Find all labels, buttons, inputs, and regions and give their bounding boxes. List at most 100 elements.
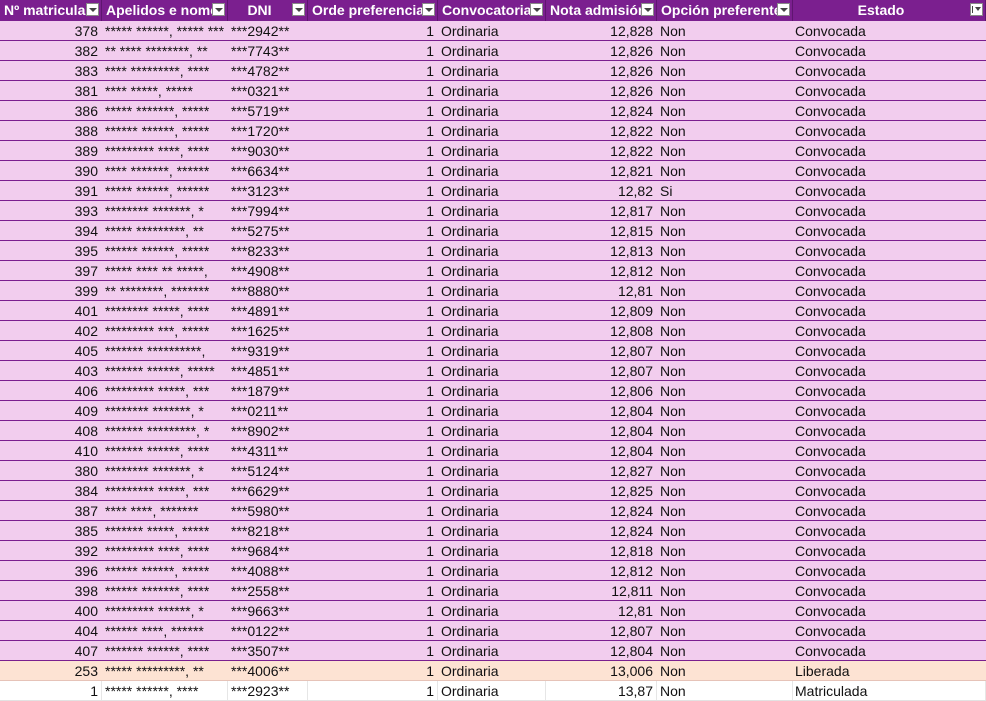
cell-orde-preferencia[interactable]: 1: [308, 661, 438, 680]
cell-convocatoria[interactable]: Ordinaria: [438, 81, 546, 100]
cell-convocatoria[interactable]: Ordinaria: [438, 421, 546, 440]
cell-opcion-preferente[interactable]: Non: [657, 561, 793, 580]
cell-estado[interactable]: Convocada: [793, 241, 986, 260]
cell-estado[interactable]: Convocada: [793, 381, 986, 400]
cell-estado[interactable]: Convocada: [793, 141, 986, 160]
cell-dni[interactable]: ***4006**: [228, 661, 308, 680]
cell-orde-preferencia[interactable]: 1: [308, 121, 438, 140]
cell-apelidos-nome[interactable]: ******* **********,: [102, 341, 228, 360]
cell-dni[interactable]: ***8880**: [228, 281, 308, 300]
cell-opcion-preferente[interactable]: Non: [657, 121, 793, 140]
cell-dni[interactable]: ***4782**: [228, 61, 308, 80]
cell-num-matricula[interactable]: 382: [0, 41, 102, 60]
cell-apelidos-nome[interactable]: ******** *******, *: [102, 201, 228, 220]
cell-convocatoria[interactable]: Ordinaria: [438, 561, 546, 580]
table-row[interactable]: 409 ******** *******, * ***0211** 1 Ordinari…: [0, 401, 986, 421]
cell-estado[interactable]: Convocada: [793, 281, 986, 300]
cell-orde-preferencia[interactable]: 1: [308, 181, 438, 200]
cell-apelidos-nome[interactable]: **** *********, ****: [102, 61, 228, 80]
col-header-num-matricula[interactable]: Nº matricula: [0, 0, 102, 21]
cell-orde-preferencia[interactable]: 1: [308, 541, 438, 560]
cell-opcion-preferente[interactable]: Non: [657, 361, 793, 380]
cell-num-matricula[interactable]: 403: [0, 361, 102, 380]
cell-opcion-preferente[interactable]: Non: [657, 661, 793, 680]
cell-num-matricula[interactable]: 409: [0, 401, 102, 420]
col-header-nota[interactable]: Nota admisión: [546, 0, 657, 21]
table-row[interactable]: 405 ******* **********, ***9319** 1 Ordinari…: [0, 341, 986, 361]
cell-dni[interactable]: ***8218**: [228, 521, 308, 540]
cell-nota-admision[interactable]: 12,824: [546, 101, 657, 120]
cell-apelidos-nome[interactable]: ***** *********, **: [102, 661, 228, 680]
cell-convocatoria[interactable]: Ordinaria: [438, 681, 546, 700]
cell-num-matricula[interactable]: 396: [0, 561, 102, 580]
cell-dni[interactable]: ***9319**: [228, 341, 308, 360]
cell-opcion-preferente[interactable]: Non: [657, 501, 793, 520]
cell-nota-admision[interactable]: 13,87: [546, 681, 657, 700]
cell-num-matricula[interactable]: 398: [0, 581, 102, 600]
cell-num-matricula[interactable]: 406: [0, 381, 102, 400]
cell-nota-admision[interactable]: 12,804: [546, 401, 657, 420]
cell-apelidos-nome[interactable]: ****** ****, ******: [102, 621, 228, 640]
cell-opcion-preferente[interactable]: Non: [657, 401, 793, 420]
cell-num-matricula[interactable]: 386: [0, 101, 102, 120]
table-row[interactable]: 390 **** *******, ****** ***6634** 1 Ordinar…: [0, 161, 986, 181]
cell-nota-admision[interactable]: 12,812: [546, 261, 657, 280]
cell-orde-preferencia[interactable]: 1: [308, 141, 438, 160]
cell-estado[interactable]: Convocada: [793, 421, 986, 440]
cell-convocatoria[interactable]: Ordinaria: [438, 41, 546, 60]
cell-dni[interactable]: ***7994**: [228, 201, 308, 220]
cell-dni[interactable]: ***5124**: [228, 461, 308, 480]
cell-num-matricula[interactable]: 253: [0, 661, 102, 680]
cell-orde-preferencia[interactable]: 1: [308, 61, 438, 80]
cell-num-matricula[interactable]: 384: [0, 481, 102, 500]
cell-apelidos-nome[interactable]: ********* ******, *: [102, 601, 228, 620]
cell-nota-admision[interactable]: 12,826: [546, 81, 657, 100]
cell-nota-admision[interactable]: 12,826: [546, 41, 657, 60]
cell-orde-preferencia[interactable]: 1: [308, 301, 438, 320]
table-row[interactable]: 382 ** **** ********, ** ***7743** 1 Ordinar…: [0, 41, 986, 61]
col-header-dni[interactable]: DNI: [228, 0, 308, 21]
table-row[interactable]: 378 ***** ******, ***** *** ***2942** 1 Ordi…: [0, 21, 986, 41]
cell-opcion-preferente[interactable]: Non: [657, 441, 793, 460]
cell-nota-admision[interactable]: 12,821: [546, 161, 657, 180]
cell-dni[interactable]: ***3507**: [228, 641, 308, 660]
cell-nota-admision[interactable]: 12,818: [546, 541, 657, 560]
cell-dni[interactable]: ***1720**: [228, 121, 308, 140]
cell-orde-preferencia[interactable]: 1: [308, 361, 438, 380]
cell-estado[interactable]: Convocada: [793, 321, 986, 340]
cell-opcion-preferente[interactable]: Non: [657, 681, 793, 700]
filter-dropdown-icon[interactable]: [530, 3, 543, 16]
cell-dni[interactable]: ***2942**: [228, 21, 308, 40]
cell-num-matricula[interactable]: 383: [0, 61, 102, 80]
cell-nota-admision[interactable]: 12,811: [546, 581, 657, 600]
cell-dni[interactable]: ***2923**: [228, 681, 308, 700]
cell-estado[interactable]: Convocada: [793, 481, 986, 500]
table-row[interactable]: 380 ******** *******, * ***5124** 1 Ordinari…: [0, 461, 986, 481]
cell-num-matricula[interactable]: 385: [0, 521, 102, 540]
cell-num-matricula[interactable]: 391: [0, 181, 102, 200]
cell-apelidos-nome[interactable]: ******** *******, *: [102, 401, 228, 420]
cell-convocatoria[interactable]: Ordinaria: [438, 61, 546, 80]
cell-nota-admision[interactable]: 12,813: [546, 241, 657, 260]
cell-estado[interactable]: Convocada: [793, 501, 986, 520]
cell-apelidos-nome[interactable]: ********* *****, ***: [102, 481, 228, 500]
table-row[interactable]: 381 **** *****, ***** ***0321** 1 Ordinaria 1…: [0, 81, 986, 101]
table-row[interactable]: 403 ******* ******, ***** ***4851** 1 Ordina…: [0, 361, 986, 381]
cell-opcion-preferente[interactable]: Non: [657, 61, 793, 80]
cell-convocatoria[interactable]: Ordinaria: [438, 601, 546, 620]
cell-nota-admision[interactable]: 12,804: [546, 641, 657, 660]
col-header-orde[interactable]: Orde preferencia: [308, 0, 438, 21]
cell-orde-preferencia[interactable]: 1: [308, 201, 438, 220]
cell-convocatoria[interactable]: Ordinaria: [438, 641, 546, 660]
cell-dni[interactable]: ***0321**: [228, 81, 308, 100]
cell-convocatoria[interactable]: Ordinaria: [438, 461, 546, 480]
table-row[interactable]: 396 ****** ******, ***** ***4088** 1 Ordinar…: [0, 561, 986, 581]
cell-estado[interactable]: Convocada: [793, 61, 986, 80]
table-row[interactable]: 398 ****** *******, **** ***2558** 1 Ordinar…: [0, 581, 986, 601]
cell-estado[interactable]: Convocada: [793, 261, 986, 280]
cell-opcion-preferente[interactable]: Non: [657, 581, 793, 600]
cell-estado[interactable]: Convocada: [793, 41, 986, 60]
cell-dni[interactable]: ***5275**: [228, 221, 308, 240]
table-row[interactable]: 384 ********* *****, *** ***6629** 1 Ordinar…: [0, 481, 986, 501]
cell-nota-admision[interactable]: 12,804: [546, 421, 657, 440]
